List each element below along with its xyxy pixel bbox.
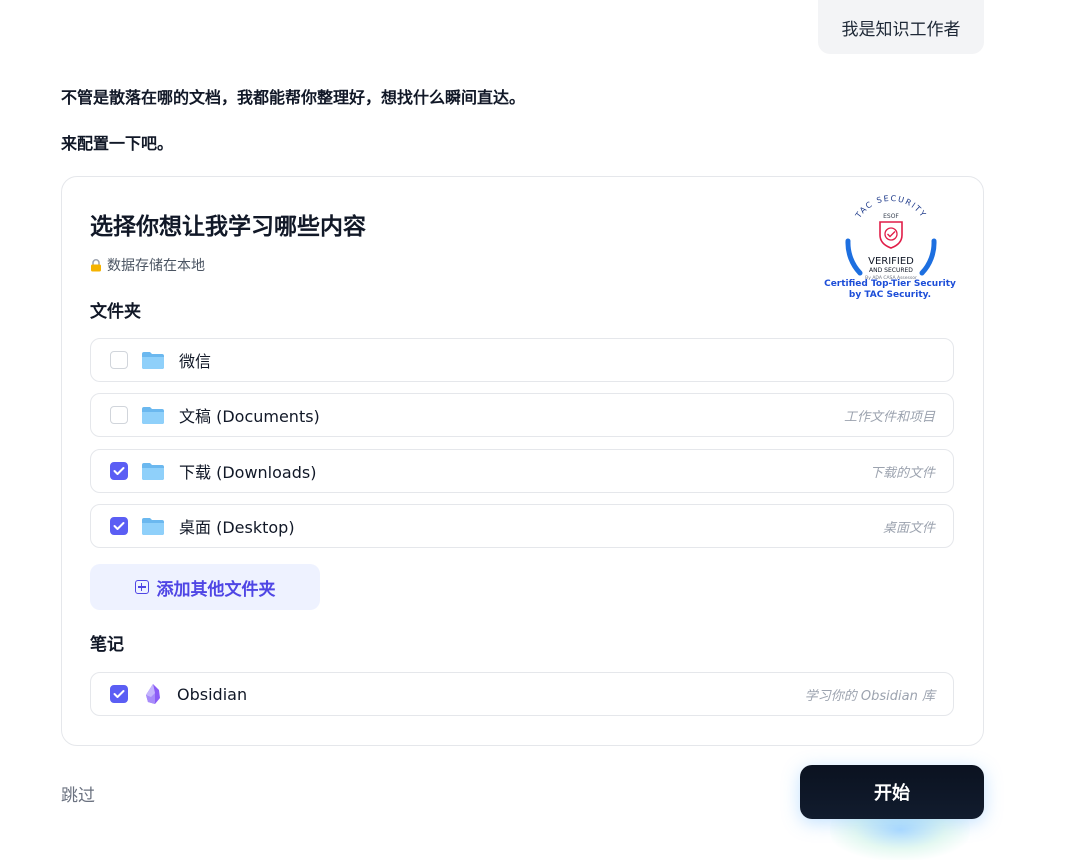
folder-row-label: 微信: [179, 352, 212, 371]
privacy-note: 数据存储在本地: [90, 255, 205, 275]
folder-icon: [142, 463, 164, 480]
skip-button[interactable]: 跳过: [61, 781, 95, 806]
badge-verified-text: VERIFIED: [868, 256, 914, 267]
notes-section-label: 笔记: [90, 635, 124, 655]
folder-row-desc: 下载的文件: [869, 465, 935, 481]
add-folder-label: 添加其他文件夹: [156, 579, 276, 600]
folder-row-label: 桌面 (Desktop): [179, 518, 295, 537]
lock-icon: [91, 258, 101, 271]
folder-row-label: 下载 (Downloads): [179, 463, 317, 482]
badge-secured-text: AND SECURED: [869, 267, 913, 274]
badge-caption-line1: Certified Top-Tier Security: [824, 279, 956, 289]
checkmark-icon: [113, 690, 125, 698]
privacy-note-label: 数据存储在本地: [107, 258, 205, 274]
folder-row-downloads[interactable]: 下载 (Downloads) 下载的文件: [90, 449, 954, 493]
folder-checkbox-checked[interactable]: [110, 517, 128, 535]
notes-row-obsidian[interactable]: Obsidian 学习你的 Obsidian 库: [90, 672, 954, 716]
notes-checkbox-checked[interactable]: [110, 685, 128, 703]
folder-row-documents[interactable]: 文稿 (Documents) 工作文件和项目: [90, 393, 954, 437]
folder-row-desktop[interactable]: 桌面 (Desktop) 桌面文件: [90, 504, 954, 548]
assistant-config-prompt: 来配置一下吧。: [61, 134, 174, 153]
assistant-intro-text: 不管是散落在哪的文档，我都能帮你整理好，想找什么瞬间直达。: [61, 88, 526, 107]
badge-caption-line2: by TAC Security.: [848, 290, 932, 300]
start-button[interactable]: 开始: [800, 765, 984, 819]
badge-top-text: ESOF: [883, 213, 899, 220]
badge-caption: Certified Top-Tier Security by TAC Secur…: [814, 279, 966, 301]
plus-square-icon: [134, 580, 149, 594]
folder-icon: [142, 518, 164, 535]
notes-row-desc: 学习你的 Obsidian 库: [804, 688, 935, 704]
folder-row-wechat[interactable]: 微信: [90, 338, 954, 382]
folder-checkbox[interactable]: [110, 351, 128, 369]
user-message-bubble: 我是知识工作者: [818, 0, 984, 54]
folder-icon: [142, 407, 164, 424]
checkmark-icon: [113, 467, 125, 475]
add-folder-button[interactable]: 添加其他文件夹: [90, 564, 320, 610]
folder-checkbox-checked[interactable]: [110, 462, 128, 480]
obsidian-icon: [146, 684, 160, 704]
folders-section-label: 文件夹: [90, 302, 141, 322]
checkmark-icon: [113, 522, 125, 530]
folder-row-desc: 桌面文件: [882, 520, 935, 536]
folder-checkbox[interactable]: [110, 406, 128, 424]
folder-row-desc: 工作文件和项目: [843, 409, 935, 425]
content-selection-card: 选择你想让我学习哪些内容 数据存储在本地 TAC SECURITY ESOF V…: [61, 176, 984, 746]
card-title: 选择你想让我学习哪些内容: [90, 214, 366, 240]
folder-row-label: 文稿 (Documents): [179, 407, 320, 426]
folder-icon: [142, 352, 164, 369]
notes-row-label: Obsidian: [177, 684, 248, 704]
